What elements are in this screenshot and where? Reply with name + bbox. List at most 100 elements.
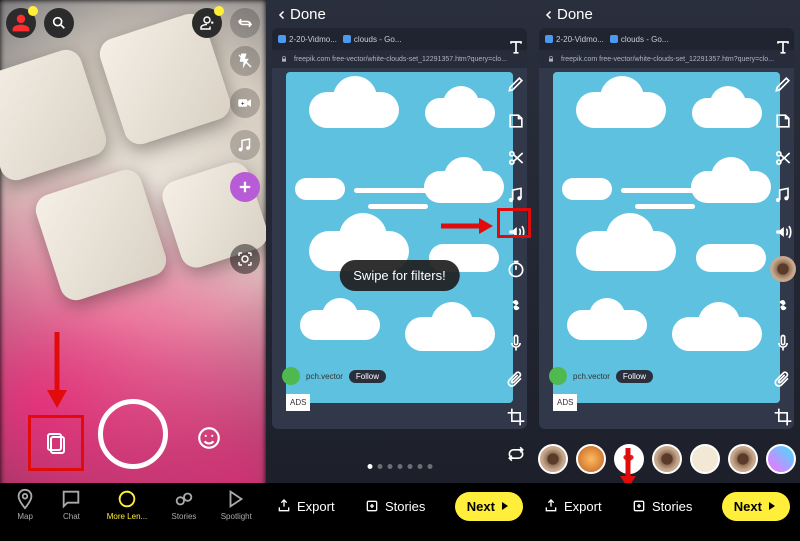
svg-text:+: + xyxy=(241,101,245,107)
follow-button[interactable]: Follow xyxy=(616,370,653,383)
editor-toolbar xyxy=(503,34,529,467)
browser-tabs: 2-20-Vidmo... clouds - Go... xyxy=(539,28,794,50)
next-button[interactable]: Next xyxy=(455,492,523,521)
annotation-arrow-icon xyxy=(44,330,70,413)
filter-tooltip: Swipe for filters! xyxy=(339,260,459,291)
editor-bottom-bar: Export Stories Next xyxy=(266,483,533,541)
crop-tool-icon[interactable] xyxy=(770,404,796,430)
filter-eye-icon[interactable] xyxy=(770,256,796,282)
author-avatar-icon xyxy=(282,367,300,385)
text-tool-icon[interactable] xyxy=(770,34,796,60)
browser-tab: clouds - Go... xyxy=(343,35,402,44)
add-tool-button[interactable] xyxy=(230,172,260,202)
flash-button[interactable] xyxy=(230,46,260,76)
nav-stories[interactable]: Stories xyxy=(172,488,197,521)
link-tool-icon[interactable] xyxy=(503,293,529,319)
export-button[interactable]: Export xyxy=(543,498,602,514)
nav-label: Stories xyxy=(172,512,197,521)
filter-chip[interactable] xyxy=(766,444,796,474)
filter-chip[interactable] xyxy=(538,444,568,474)
browser-url: freepik.com free-vector/white-clouds-set… xyxy=(539,50,794,68)
attach-tool-icon[interactable] xyxy=(503,367,529,393)
search-button[interactable] xyxy=(44,8,74,38)
scan-button[interactable] xyxy=(230,244,260,274)
nav-map[interactable]: Map xyxy=(14,488,36,521)
sound-tool-icon[interactable] xyxy=(770,219,796,245)
annotation-highlight xyxy=(28,415,84,471)
browser-tab: 2-20-Vidmo... xyxy=(278,35,337,44)
browser-url: freepik.com free-vector/white-clouds-set… xyxy=(272,50,527,68)
nav-spotlight[interactable]: Spotlight xyxy=(221,488,252,521)
camera-top-bar xyxy=(0,8,266,38)
timer-tool-icon[interactable] xyxy=(503,256,529,282)
filter-strip xyxy=(533,439,800,479)
sticker-tool-icon[interactable] xyxy=(770,108,796,134)
nav-lenses[interactable]: More Len... xyxy=(107,488,147,521)
nav-chat[interactable]: Chat xyxy=(60,488,82,521)
done-label: Done xyxy=(557,6,593,23)
nav-label: Chat xyxy=(63,512,80,521)
cloud-image xyxy=(553,72,780,403)
stories-button[interactable]: Stories xyxy=(364,498,425,514)
video-button[interactable]: + xyxy=(230,88,260,118)
next-button[interactable]: Next xyxy=(722,492,790,521)
done-button[interactable]: Done xyxy=(543,6,593,23)
capture-button[interactable] xyxy=(98,399,168,469)
annotation-highlight xyxy=(497,208,531,238)
draw-tool-icon[interactable] xyxy=(503,71,529,97)
attach-tool-icon[interactable] xyxy=(770,367,796,393)
link-tool-icon[interactable] xyxy=(770,293,796,319)
done-button[interactable]: Done xyxy=(276,6,326,23)
music-tool-icon[interactable] xyxy=(770,182,796,208)
captured-browser: 2-20-Vidmo... clouds - Go... freepik.com… xyxy=(539,28,794,429)
nav-label: Spotlight xyxy=(221,512,252,521)
author-name: pch.vector xyxy=(573,372,610,381)
nav-label: More Len... xyxy=(107,512,147,521)
export-button[interactable]: Export xyxy=(276,498,335,514)
lens-carousel-button[interactable] xyxy=(192,421,226,455)
filter-chip[interactable] xyxy=(576,444,606,474)
author-name: pch.vector xyxy=(306,372,343,381)
follow-button[interactable]: Follow xyxy=(349,370,386,383)
nav-label: Map xyxy=(17,512,33,521)
author-avatar-icon xyxy=(549,367,567,385)
notification-dot xyxy=(214,6,224,16)
stories-button[interactable]: Stories xyxy=(631,498,692,514)
crop-tool-icon[interactable] xyxy=(503,404,529,430)
browser-tabs: 2-20-Vidmo... clouds - Go... xyxy=(272,28,527,50)
editor-toolbar xyxy=(770,34,796,467)
loop-tool-icon[interactable] xyxy=(503,441,529,467)
filter-chip[interactable] xyxy=(728,444,758,474)
browser-tab: clouds - Go... xyxy=(610,35,669,44)
flip-camera-button[interactable] xyxy=(230,8,260,38)
editor-bottom-bar: Export Stories Next xyxy=(533,483,800,541)
filter-page-dots xyxy=(367,464,432,469)
browser-tab: 2-20-Vidmo... xyxy=(545,35,604,44)
url-text: freepik.com free-vector/white-clouds-set… xyxy=(561,56,774,63)
url-text: freepik.com free-vector/white-clouds-set… xyxy=(294,56,507,63)
scissors-tool-icon[interactable] xyxy=(770,145,796,171)
voice-tool-icon[interactable] xyxy=(770,330,796,356)
music-button[interactable] xyxy=(230,130,260,160)
filter-chip[interactable] xyxy=(652,444,682,474)
text-tool-icon[interactable] xyxy=(503,34,529,60)
notification-dot xyxy=(28,6,38,16)
add-friend-button[interactable] xyxy=(192,8,222,38)
music-tool-icon[interactable] xyxy=(503,182,529,208)
draw-tool-icon[interactable] xyxy=(770,71,796,97)
annotation-arrow-icon xyxy=(439,216,493,241)
profile-button[interactable] xyxy=(6,8,36,38)
editor-screen-a: Done 2-20-Vidmo... clouds - Go... freepi… xyxy=(266,0,533,541)
bottom-nav: Map Chat More Len... Stories Spotlight xyxy=(0,483,266,541)
voice-tool-icon[interactable] xyxy=(503,330,529,356)
sticker-tool-icon[interactable] xyxy=(503,108,529,134)
filter-chip[interactable] xyxy=(690,444,720,474)
post-info: pch.vector Follow xyxy=(549,367,653,385)
camera-side-toolbar: + xyxy=(230,46,260,274)
camera-screen: + Map Chat More Len... Stories Spotlight xyxy=(0,0,266,541)
scissors-tool-icon[interactable] xyxy=(503,145,529,171)
editor-screen-b: Done 2-20-Vidmo... clouds - Go... freepi… xyxy=(533,0,800,541)
done-label: Done xyxy=(290,6,326,23)
ads-label: ADS xyxy=(286,394,310,411)
post-info: pch.vector Follow xyxy=(282,367,386,385)
